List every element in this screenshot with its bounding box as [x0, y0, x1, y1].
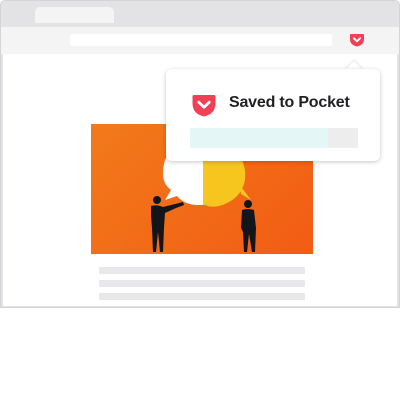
url-bar[interactable]: [70, 34, 332, 46]
article-text-line: [99, 293, 305, 300]
pocket-toolbar-button[interactable]: [349, 32, 365, 48]
browser-toolbar: [1, 27, 399, 54]
pocket-logo-icon: [192, 95, 216, 117]
pocket-saved-popup: Saved to Pocket: [166, 69, 380, 161]
article-text-line: [99, 267, 305, 274]
pocket-icon: [350, 34, 364, 47]
save-progress-fill: [190, 128, 328, 148]
article-text-line: [99, 280, 305, 287]
popup-title: Saved to Pocket: [229, 94, 350, 111]
browser-tab[interactable]: [35, 7, 114, 23]
tags-input[interactable]: [190, 128, 358, 148]
